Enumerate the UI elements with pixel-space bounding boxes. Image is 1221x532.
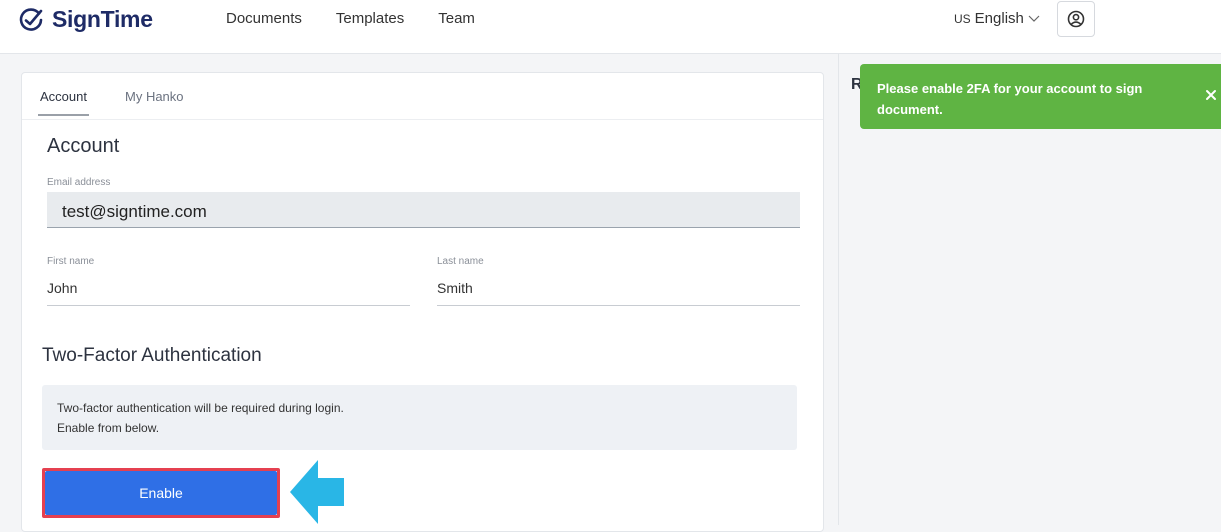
- top-bar: SignTime Documents Templates Team US Eng…: [0, 0, 1221, 54]
- first-name-label: First name: [47, 256, 95, 267]
- language-label: English: [974, 10, 1024, 27]
- tab-account[interactable]: Account: [38, 89, 89, 116]
- arrow-right-icon: [290, 460, 344, 524]
- flag-us: US: [954, 11, 971, 26]
- account-card: Account My Hanko Account Email address t…: [21, 72, 824, 532]
- chevron-down-icon: [1028, 15, 1040, 22]
- toast-message: Please enable 2FA for your account to si…: [877, 81, 1143, 117]
- last-name-field[interactable]: Smith: [437, 274, 800, 306]
- language-selector[interactable]: US English: [954, 10, 1040, 27]
- tfa-info-box: Two-factor authentication will be requir…: [42, 385, 797, 450]
- main-nav: Documents Templates Team: [226, 10, 475, 27]
- enable-2fa-button[interactable]: Enable: [45, 471, 277, 515]
- account-section-title: Account: [47, 135, 120, 157]
- tab-bar: Account My Hanko: [22, 73, 823, 120]
- email-label: Email address: [47, 177, 111, 188]
- logo[interactable]: SignTime: [18, 6, 153, 33]
- tab-my-hanko[interactable]: My Hanko: [125, 89, 184, 104]
- tfa-info-line-2: Enable from below.: [57, 421, 160, 435]
- email-field[interactable]: test@signtime.com: [47, 192, 800, 228]
- first-name-field[interactable]: John: [47, 274, 410, 306]
- close-icon[interactable]: [1204, 88, 1218, 102]
- tfa-info-line-1: Two-factor authentication will be requir…: [57, 401, 344, 415]
- tfa-section-title: Two-Factor Authentication: [42, 345, 262, 366]
- toast-notification: Please enable 2FA for your account to si…: [860, 64, 1221, 129]
- user-menu-button[interactable]: [1057, 1, 1095, 37]
- user-circle-icon: [1067, 10, 1085, 28]
- nav-team[interactable]: Team: [438, 10, 475, 27]
- pen-check-icon: [19, 7, 43, 31]
- nav-documents[interactable]: Documents: [226, 10, 302, 27]
- last-name-label: Last name: [437, 256, 484, 267]
- app-name: SignTime: [52, 6, 153, 32]
- nav-templates[interactable]: Templates: [336, 10, 404, 27]
